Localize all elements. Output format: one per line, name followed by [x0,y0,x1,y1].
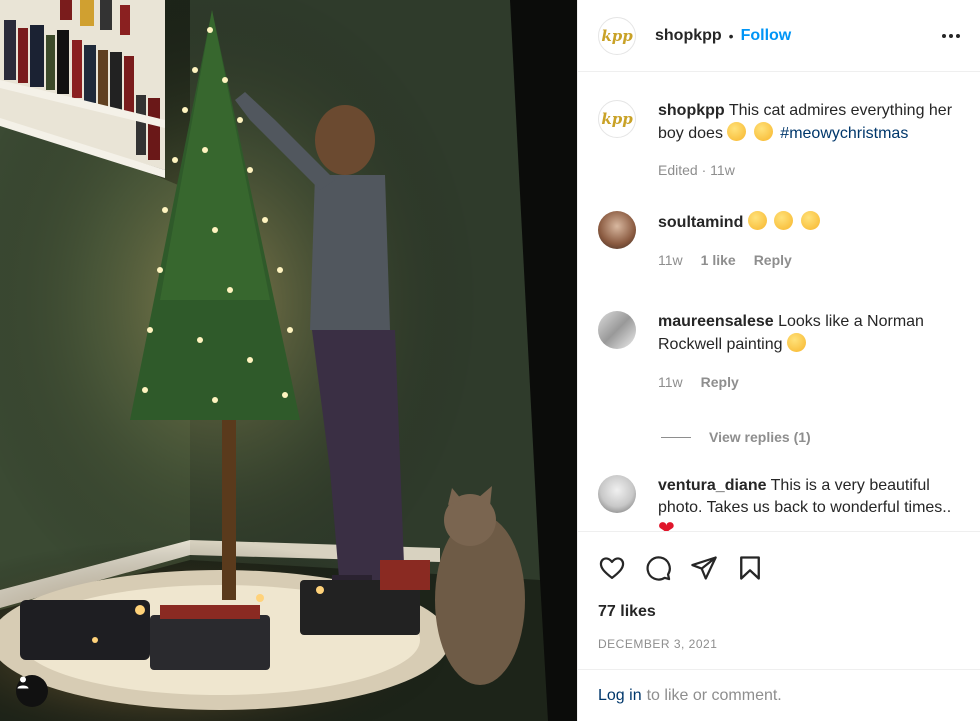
comment-age: 11w [658,374,683,390]
heart-eyes-cat-emoji-icon [747,211,767,230]
red-heart-emoji-icon: ❤ [658,518,675,531]
heart-eyes-emoji-icon [753,122,773,141]
commenter-avatar[interactable] [598,475,636,513]
caption-logo-text: kpp [601,110,633,128]
post-header: kpp shopkpp • Follow [578,0,980,72]
comment-username[interactable]: ventura_diane [658,477,766,494]
login-prompt: Log in to like or comment. [578,669,980,721]
caption-edited: Edited [658,162,698,178]
likes-count[interactable]: 77 likes [578,603,980,629]
view-replies-divider [661,436,691,438]
comment-age: 11w [658,252,683,268]
instagram-post: kpp shopkpp • Follow kpp shopkpp This ca… [0,0,980,721]
post-date: DECEMBER 3, 2021 [598,637,718,651]
user-tag-icon[interactable] [16,675,48,707]
comment-item: soultamind 11w 1 like Reply [598,211,960,271]
caption: kpp shopkpp This cat admires everything … [598,100,960,181]
view-replies-button[interactable]: View replies (1) [661,429,960,445]
comment-icon[interactable] [644,554,672,582]
post-side-panel: kpp shopkpp • Follow kpp shopkpp This ca… [577,0,980,721]
comment-item: ventura_diane This is a very beautiful p… [598,475,960,531]
follow-button[interactable]: Follow [741,27,792,45]
caption-age: 11w [710,162,735,178]
heart-icon[interactable] [598,554,626,582]
reply-button[interactable]: Reply [701,371,739,393]
bookmark-icon[interactable] [736,554,764,582]
heart-eyes-cat-emoji-icon [774,211,794,230]
heart-eyes-cat-emoji-icon [800,211,820,230]
author-avatar[interactable]: kpp [598,16,636,55]
commenter-avatar[interactable] [598,311,636,349]
caption-hashtag[interactable]: #meowychristmas [780,125,908,142]
login-link[interactable]: Log in [598,687,642,705]
heart-eyes-emoji-icon [786,333,806,352]
comment-item: maureensalese Looks like a Norman Rockwe… [598,311,960,393]
header-separator: • [728,27,734,44]
caption-avatar[interactable]: kpp [598,100,636,138]
view-replies-label: View replies (1) [709,429,811,445]
comment-meta: 11w 1 like Reply [658,249,823,271]
comment-meta: 11w Reply [658,371,960,393]
post-photo[interactable] [0,0,577,721]
commenter-avatar[interactable] [598,211,636,249]
paper-plane-icon[interactable] [690,554,718,582]
action-bar [578,531,980,603]
reply-button[interactable]: Reply [754,249,792,271]
comment-username[interactable]: soultamind [658,214,743,231]
more-options-icon[interactable] [942,33,960,38]
comment-body: ventura_diane This is a very beautiful p… [658,475,960,531]
comment-body: maureensalese Looks like a Norman Rockwe… [658,311,960,393]
caption-username[interactable]: shopkpp [658,102,725,119]
comment-username[interactable]: maureensalese [658,313,774,330]
photo-illustration [0,0,577,721]
author-username[interactable]: shopkpp [655,27,722,45]
caption-body: shopkpp This cat admires everything her … [658,100,960,181]
comment-likes[interactable]: 1 like [701,249,736,271]
login-suffix: to like or comment. [646,686,782,704]
comments-list[interactable]: kpp shopkpp This cat admires everything … [578,72,980,531]
author-logo-text: kpp [601,26,633,45]
caption-meta: Edited · 11w [658,162,735,178]
comment-body: soultamind 11w 1 like Reply [658,211,823,271]
smiling-hearts-emoji-icon [727,122,747,141]
